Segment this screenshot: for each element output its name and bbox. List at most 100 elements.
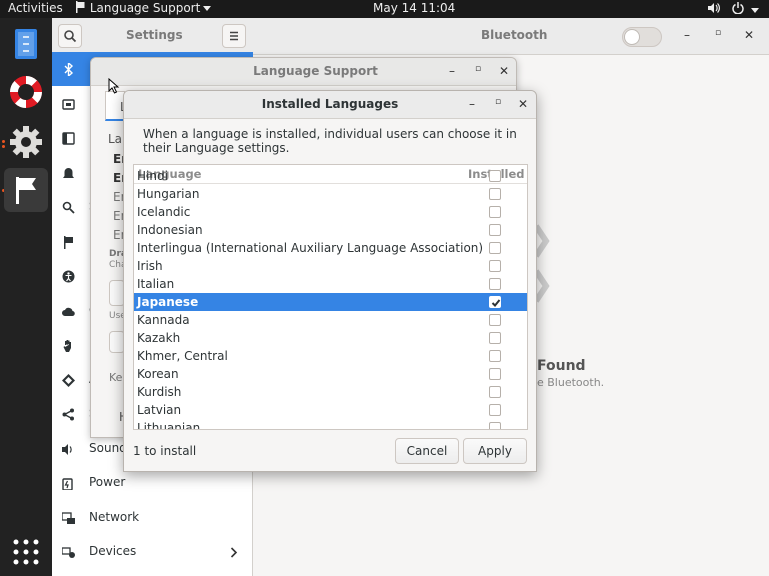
settings-icon	[10, 126, 42, 158]
language-support-launcher[interactable]	[4, 168, 48, 212]
cloud-icon	[62, 307, 75, 316]
apps-icon	[62, 373, 75, 387]
language-support-header: Language Support – ▫ ✕	[91, 58, 516, 86]
installed-checkbox[interactable]	[489, 368, 501, 380]
menu-button[interactable]	[222, 24, 246, 48]
volume-icon	[708, 3, 720, 13]
language-row[interactable]: Hindi	[134, 167, 527, 185]
search-button[interactable]	[58, 24, 82, 48]
language-row[interactable]: Italian	[134, 275, 527, 293]
language-name: Hungarian	[137, 187, 200, 201]
installed-checkbox[interactable]	[489, 422, 501, 429]
minimize-button[interactable]: –	[464, 97, 480, 111]
top-bar: Activities Language Support May 14 11:04	[0, 0, 769, 18]
panel-title: Bluetooth	[481, 28, 548, 42]
cancel-button[interactable]: Cancel	[395, 438, 459, 464]
installed-checkbox[interactable]	[489, 224, 501, 236]
hamburger-icon	[230, 31, 238, 41]
installed-checkbox[interactable]	[489, 242, 501, 254]
apply-button[interactable]: Apply	[463, 438, 527, 464]
installed-checkbox[interactable]	[489, 332, 501, 344]
settings-title: Settings	[126, 28, 183, 42]
installed-checkbox[interactable]	[489, 206, 501, 218]
language-row[interactable]: Kurdish	[134, 383, 527, 401]
language-name: Lithuanian	[137, 421, 201, 430]
installed-checkbox[interactable]	[489, 170, 501, 182]
language-row[interactable]: Khmer, Central	[134, 347, 527, 365]
help-icon	[10, 76, 42, 108]
language-list[interactable]: Language Installed Hindi Hungarian Icela…	[133, 164, 528, 430]
power-icon	[62, 478, 73, 490]
clock[interactable]: May 14 11:04	[373, 1, 455, 15]
not-found-subtitle: e Bluetooth.	[537, 376, 605, 389]
chevron-down-icon	[750, 8, 759, 13]
devices-icon	[62, 547, 75, 558]
language-row[interactable]: Korean	[134, 365, 527, 383]
installed-checkbox[interactable]	[489, 350, 501, 362]
sidebar-item-label: Devices	[89, 544, 137, 558]
close-button[interactable]: ✕	[741, 28, 757, 42]
installed-checkbox[interactable]	[489, 386, 501, 398]
language-row[interactable]: Kannada	[134, 311, 527, 329]
sidebar-item-label: Network	[89, 509, 140, 524]
language-name: Japanese	[137, 295, 199, 309]
language-row[interactable]: Hungarian	[134, 185, 527, 203]
settings-header: Settings Bluetooth – ▫ ✕	[52, 18, 769, 55]
bluetooth-placeholder-icon	[536, 224, 550, 303]
close-button[interactable]: ✕	[496, 64, 512, 78]
help-launcher[interactable]	[4, 70, 48, 114]
language-name: Irish	[137, 259, 163, 273]
language-row[interactable]: Icelandic	[134, 203, 527, 221]
language-name: Indonesian	[137, 223, 203, 237]
power-icon	[732, 2, 744, 15]
keyboard-label: Ke	[109, 371, 123, 384]
language-name: Kurdish	[137, 385, 182, 399]
bluetooth-icon	[64, 63, 74, 76]
language-row[interactable]: Lithuanian	[134, 419, 527, 430]
flag-icon	[76, 1, 85, 13]
speaker-icon	[62, 443, 72, 455]
installed-checkbox[interactable]	[489, 314, 501, 326]
installed-checkbox[interactable]	[489, 260, 501, 272]
language-support-icon	[16, 177, 36, 204]
maximize-button[interactable]: ▫	[710, 28, 726, 38]
tab-language[interactable]: L	[105, 91, 127, 121]
maximize-button[interactable]: ▫	[490, 97, 506, 107]
share-icon	[62, 408, 74, 421]
app-menu[interactable]: Language Support	[75, 1, 212, 15]
installed-checkbox[interactable]	[489, 404, 501, 416]
minimize-button[interactable]: –	[444, 64, 460, 78]
installed-checkbox[interactable]	[489, 278, 501, 290]
activities-button[interactable]: Activities	[8, 1, 63, 15]
files-icon	[15, 29, 37, 59]
dialog-header: Installed Languages – ▫ ✕	[124, 91, 536, 119]
toggle-knob	[624, 29, 640, 45]
show-applications-button[interactable]	[4, 530, 48, 574]
language-name: Italian	[137, 277, 175, 291]
files-launcher[interactable]	[4, 22, 48, 66]
language-row[interactable]: Kazakh	[134, 329, 527, 347]
dock	[0, 18, 52, 576]
network-icon	[62, 511, 75, 524]
maximize-button[interactable]: ▫	[470, 64, 486, 74]
language-row[interactable]: Indonesian	[134, 221, 527, 239]
status-text: 1 to install	[133, 444, 197, 458]
language-row[interactable]: Irish	[134, 257, 527, 275]
chevron-down-icon	[203, 6, 212, 11]
close-button[interactable]: ✕	[515, 97, 531, 111]
sidebar-item-network[interactable]: Network	[52, 501, 253, 535]
hand-icon	[63, 340, 71, 352]
installed-checkbox[interactable]	[489, 188, 501, 200]
bell-icon	[63, 167, 74, 178]
minimize-button[interactable]: –	[679, 28, 695, 42]
language-name: Interlingua (International Auxiliary Lan…	[137, 241, 484, 255]
sidebar-item-devices[interactable]: Devices	[52, 535, 253, 569]
status-menu[interactable]	[708, 2, 759, 17]
language-row[interactable]: Japanese	[134, 293, 527, 311]
language-row[interactable]: Latvian	[134, 401, 527, 419]
settings-launcher[interactable]	[4, 120, 48, 164]
installed-checkbox[interactable]	[489, 296, 501, 308]
language-name: Khmer, Central	[137, 349, 228, 363]
bluetooth-toggle[interactable]	[622, 27, 662, 47]
language-row[interactable]: Interlingua (International Auxiliary Lan…	[134, 239, 527, 257]
